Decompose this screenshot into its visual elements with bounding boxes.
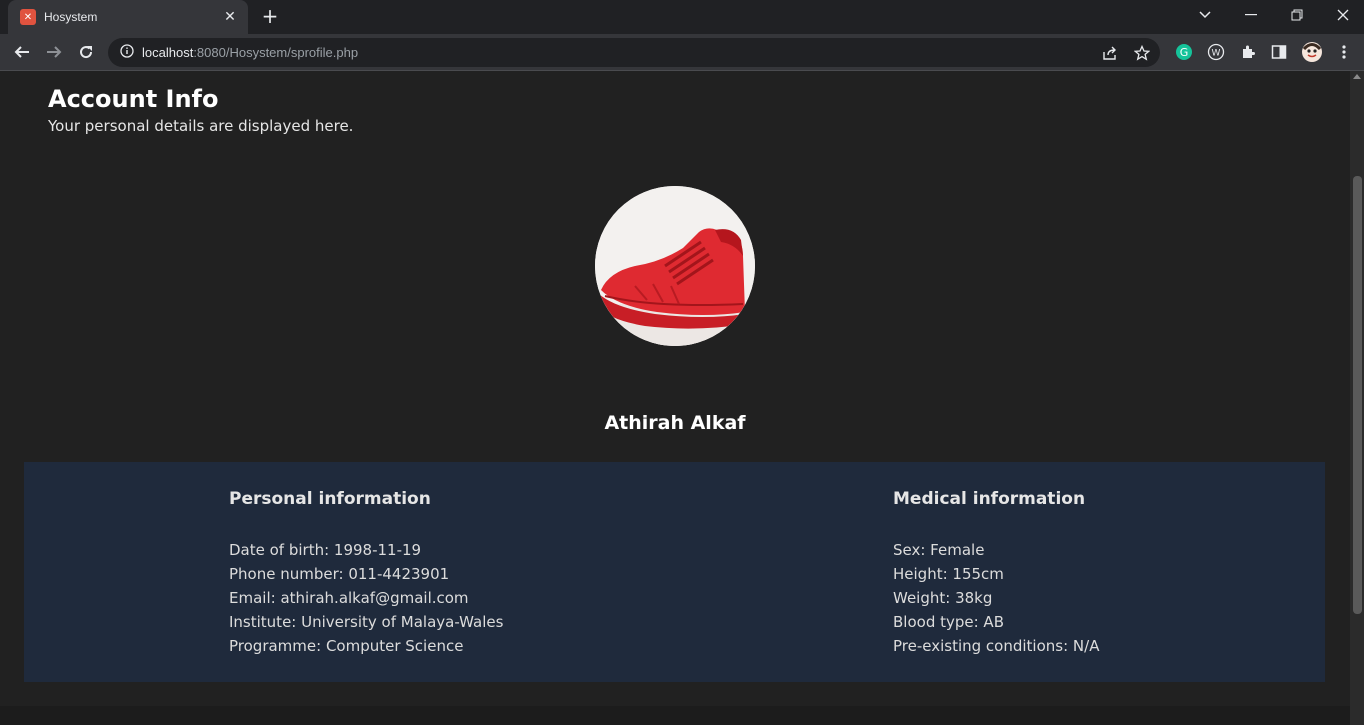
sex: Sex: Female	[893, 541, 985, 559]
svg-text:G: G	[1180, 46, 1189, 59]
close-window-button[interactable]	[1320, 0, 1364, 30]
tab-title: Hosystem	[44, 10, 98, 24]
profile-avatar[interactable]	[1300, 40, 1324, 64]
minimize-button[interactable]	[1228, 0, 1274, 30]
address-bar[interactable]: localhost:8080/Hosystem/sprofile.php	[108, 38, 1160, 67]
menu-kebab-icon[interactable]	[1332, 40, 1356, 64]
back-arrow-icon[interactable]	[9, 39, 35, 65]
footer-strip	[0, 706, 1350, 725]
info-panel: Personal information Date of birth: 1998…	[24, 462, 1325, 682]
new-tab-button[interactable]: +	[258, 5, 282, 29]
svg-text:W: W	[1212, 49, 1221, 59]
page-subtitle: Your personal details are displayed here…	[48, 117, 354, 135]
red-sneaker-image	[595, 186, 755, 346]
profile-name: Athirah Alkaf	[604, 412, 746, 434]
institute: Institute: University of Malaya-Wales	[229, 613, 504, 631]
scrollbar-thumb[interactable]	[1353, 176, 1362, 614]
site-info-icon[interactable]	[120, 43, 134, 62]
date-of-birth: Date of birth: 1998-11-19	[229, 541, 422, 559]
share-icon[interactable]	[1098, 43, 1122, 63]
medical-information-section: Medical information Sex: Female Height: …	[893, 489, 1099, 658]
url-text[interactable]: localhost:8080/Hosystem/sprofile.php	[142, 45, 358, 60]
tab-strip: ✕ Hosystem ✕ +	[0, 0, 1364, 34]
phone-number: Phone number: 011-4423901	[229, 565, 450, 583]
browser-toolbar: localhost:8080/Hosystem/sprofile.php G W	[0, 34, 1364, 71]
vertical-scrollbar[interactable]	[1350, 71, 1364, 725]
blood-type: Blood type: AB	[893, 613, 1004, 631]
forward-arrow-icon[interactable]	[41, 39, 67, 65]
weight: Weight: 38kg	[893, 589, 993, 607]
personal-information-section: Personal information Date of birth: 1998…	[229, 489, 503, 658]
medical-information-heading: Medical information	[893, 489, 1086, 509]
extensions-puzzle-icon[interactable]	[1236, 40, 1260, 64]
programme: Programme: Computer Science	[229, 637, 464, 655]
side-panel-icon[interactable]	[1267, 40, 1291, 64]
grammarly-extension-icon[interactable]: G	[1172, 40, 1196, 64]
profile-picture	[595, 186, 755, 346]
wordtune-extension-icon[interactable]: W	[1204, 40, 1228, 64]
pre-existing-conditions: Pre-existing conditions: N/A	[893, 637, 1100, 655]
xampp-favicon-icon: ✕	[20, 9, 36, 25]
reload-icon[interactable]	[73, 39, 99, 65]
restore-button[interactable]	[1274, 0, 1320, 30]
browser-tab[interactable]: ✕ Hosystem ✕	[8, 0, 248, 34]
tab-close-icon[interactable]: ✕	[222, 9, 238, 25]
personal-information-heading: Personal information	[229, 489, 431, 509]
page-viewport: Account Info Your personal details are d…	[0, 71, 1350, 725]
page-title: Account Info	[48, 85, 219, 113]
height: Height: 155cm	[893, 565, 1004, 583]
email: Email: athirah.alkaf@gmail.com	[229, 589, 469, 607]
tab-search-icon[interactable]	[1182, 0, 1228, 30]
bookmark-star-icon[interactable]	[1130, 43, 1154, 63]
scroll-up-arrow-icon[interactable]	[1353, 74, 1361, 79]
